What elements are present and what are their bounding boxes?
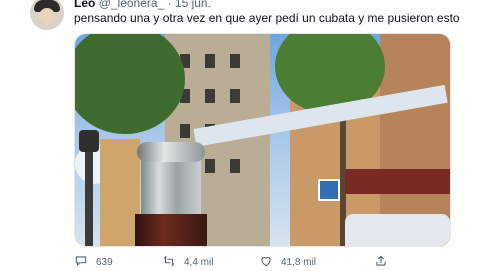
- avatar-face: [39, 8, 55, 24]
- like-icon: [259, 254, 273, 271]
- building-left: [100, 139, 140, 246]
- avatar[interactable]: [30, 0, 64, 30]
- handle-and-date[interactable]: @_leonera_ · 15 jun.: [99, 0, 211, 10]
- tweet-header: Leo @_leonera_ · 15 jun.: [74, 0, 211, 10]
- car: [345, 214, 450, 246]
- bottle-mouth: [137, 142, 205, 162]
- retweet-count: 4,4 mil: [184, 257, 214, 268]
- reply-button[interactable]: 639: [74, 254, 113, 271]
- retweet-button[interactable]: 4,4 mil: [162, 254, 213, 271]
- crosswalk-sign: [318, 179, 340, 201]
- street-lamp-head: [79, 130, 99, 152]
- shop-front: [345, 169, 450, 194]
- like-count: 41,8 mil: [281, 257, 317, 268]
- reply-count: 639: [96, 257, 113, 268]
- author-name[interactable]: Leo: [74, 0, 95, 10]
- tweet-photo[interactable]: [74, 33, 451, 247]
- tweet-actions: 639 4,4 mil 41,8 mil: [74, 254, 449, 270]
- reply-icon: [74, 254, 88, 271]
- bottle-body: [135, 214, 207, 246]
- tweet-text: pensando una y otra vez en que ayer pedí…: [74, 11, 460, 25]
- share-icon: [374, 254, 388, 271]
- retweet-icon: [162, 254, 176, 271]
- share-button[interactable]: [374, 254, 388, 271]
- like-button[interactable]: 41,8 mil: [259, 254, 316, 271]
